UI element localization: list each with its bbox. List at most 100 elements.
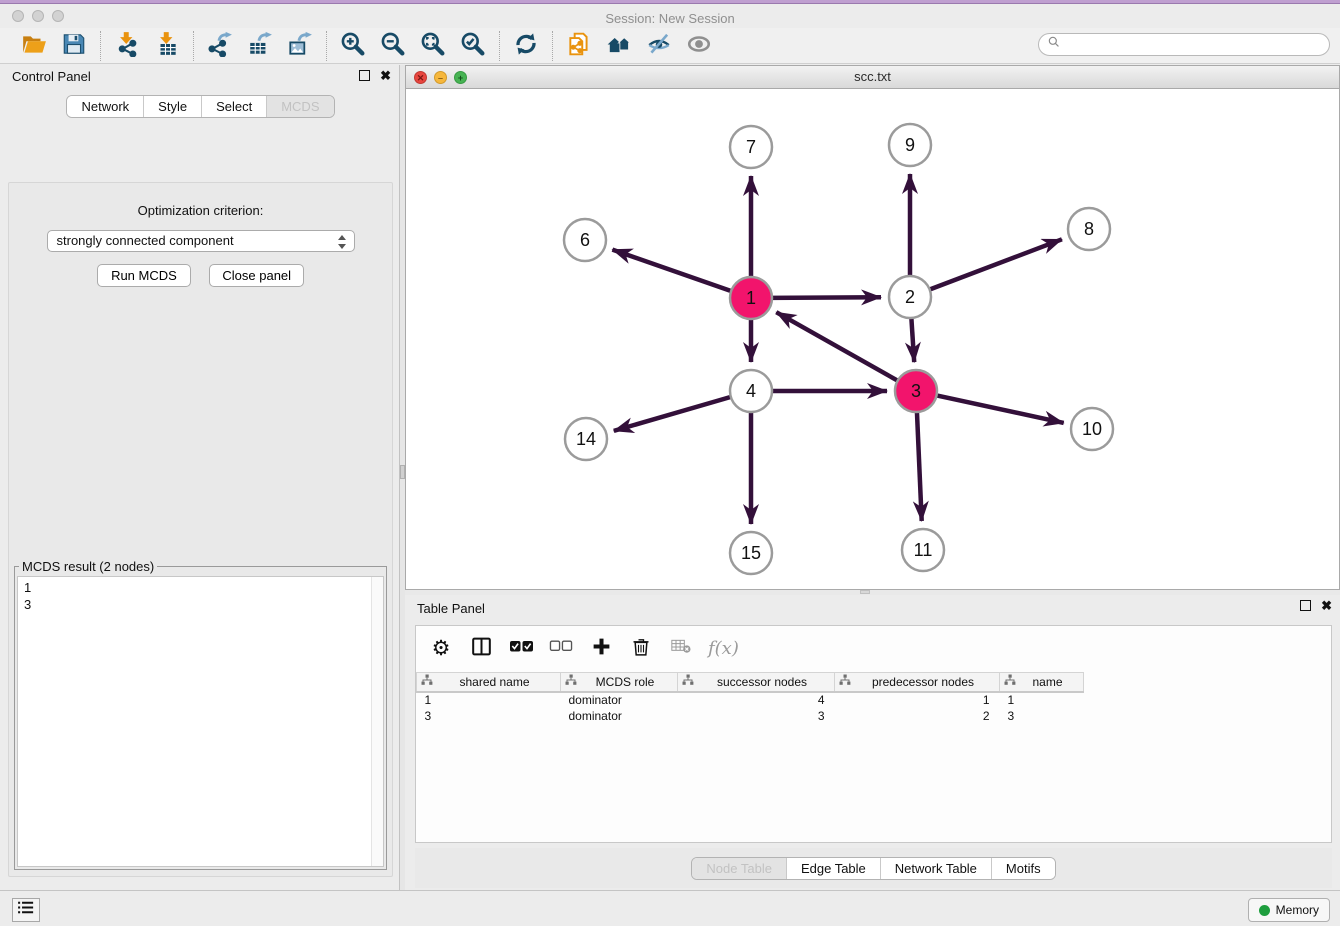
table-tabs: Node TableEdge TableNetwork TableMotifs [691,857,1055,880]
horizontal-splitter-grip[interactable] [860,590,870,594]
export-image-icon [287,31,313,60]
close-panel-button[interactable]: Close panel [209,264,304,287]
column-header-mcds-role[interactable]: MCDS role [561,673,678,692]
tab-edge-table[interactable]: Edge Table [786,858,880,879]
graph-edge-3-10[interactable] [936,395,1064,423]
graph-node-3[interactable]: 3 [895,370,937,412]
tab-node-table[interactable]: Node Table [692,858,786,879]
node-table: shared nameMCDS rolesuccessor nodesprede… [416,672,1084,724]
graph-node-2[interactable]: 2 [889,276,931,318]
minimize-icon[interactable] [434,71,447,84]
zoom-in-button[interactable] [335,31,371,61]
table-cell[interactable]: 4 [678,692,835,708]
graph-node-4[interactable]: 4 [730,370,772,412]
session-title: Session: New Session [0,8,1340,30]
network-window-titlebar[interactable]: scc.txt [406,66,1339,89]
node-label: 10 [1082,419,1102,439]
graph-edge-2-8[interactable] [929,239,1062,290]
graph-edge-3-1[interactable] [776,312,898,381]
column-header-successor-nodes[interactable]: successor nodes [678,673,835,692]
criterion-value: strongly connected component [57,233,234,248]
network-canvas[interactable]: 7 9 6 8 1 2 4 3 14 10 15 11 [406,89,1339,589]
select-all-button[interactable] [508,634,534,662]
zoom-selected-button[interactable] [455,31,491,61]
result-line: 1 [24,579,377,596]
column-header-shared-name[interactable]: shared name [417,673,561,692]
graph-node-14[interactable]: 14 [565,418,607,460]
delete-row-button[interactable] [628,634,654,662]
zoom-out-button[interactable] [375,31,411,61]
close-panel-icon[interactable]: ✖ [380,70,391,81]
graph-edge-2-3[interactable] [911,317,914,362]
table-cell[interactable]: 3 [678,708,835,724]
save-session-button[interactable] [56,31,92,61]
graph-edge-1-6[interactable] [612,250,732,292]
node-label: 2 [905,287,915,307]
graph-node-8[interactable]: 8 [1068,208,1110,250]
memory-button[interactable]: Memory [1248,898,1330,922]
table-cell[interactable]: 1 [835,692,1000,708]
deselect-all-button[interactable] [548,634,574,662]
close-panel-icon[interactable]: ✖ [1321,600,1332,611]
close-icon[interactable] [414,71,427,84]
tab-motifs[interactable]: Motifs [991,858,1055,879]
criterion-select[interactable]: strongly connected component [47,230,355,252]
refresh-layout-button[interactable] [508,31,544,61]
columns-button[interactable] [468,634,494,662]
tab-style[interactable]: Style [143,96,201,117]
table-cell[interactable]: 1 [1000,692,1084,708]
graph-node-9[interactable]: 9 [889,124,931,166]
settings-button[interactable]: ⚙ [428,634,454,662]
table-toolbar: ⚙ f(x) [416,626,1331,670]
float-panel-icon[interactable] [359,70,370,81]
tab-select[interactable]: Select [201,96,266,117]
export-table-button[interactable] [242,31,278,61]
table-panel-header: Table Panel ✖ [405,595,1340,621]
add-row-button[interactable] [588,634,614,662]
first-neighbors-button[interactable] [601,31,637,61]
run-mcds-button[interactable]: Run MCDS [97,264,191,287]
graph-node-11[interactable]: 11 [902,529,944,571]
graph-node-6[interactable]: 6 [564,219,606,261]
tab-mcds[interactable]: MCDS [266,96,333,117]
search-input[interactable] [1066,38,1321,52]
maximize-icon[interactable] [454,71,467,84]
table-cell[interactable]: 2 [835,708,1000,724]
table-cell[interactable]: 3 [417,708,561,724]
search-field[interactable] [1038,33,1330,56]
status-bar: Memory [0,890,1340,926]
import-table-button[interactable] [149,31,185,61]
tab-network-table[interactable]: Network Table [880,858,991,879]
network-graph: 7 9 6 8 1 2 4 3 14 10 15 11 [406,89,1339,589]
graph-node-7[interactable]: 7 [730,126,772,168]
graph-edge-4-14[interactable] [614,397,732,431]
float-panel-icon[interactable] [1300,600,1311,611]
result-scrollbar[interactable] [371,577,383,866]
export-network-button[interactable] [202,31,238,61]
hide-selected-button[interactable] [641,31,677,61]
node-label: 4 [746,381,756,401]
graph-node-15[interactable]: 15 [730,532,772,574]
tab-network[interactable]: Network [67,96,143,117]
graph-edge-1-2[interactable] [771,297,881,298]
table-cell[interactable]: 1 [417,692,561,708]
show-all-button[interactable] [681,31,717,61]
table-cell[interactable]: dominator [561,692,678,708]
column-header-predecessor-nodes[interactable]: predecessor nodes [835,673,1000,692]
graph-node-10[interactable]: 10 [1071,408,1113,450]
table-cell[interactable]: dominator [561,708,678,724]
export-image-button[interactable] [282,31,318,61]
graph-edge-3-11[interactable] [917,411,922,521]
open-file-button[interactable] [16,31,52,61]
import-network-button[interactable] [109,31,145,61]
node-label: 15 [741,543,761,563]
mcds-result-text[interactable]: 13 [17,576,384,867]
column-header-name[interactable]: name [1000,673,1084,692]
duplicate-network-button[interactable] [561,31,597,61]
graph-node-1[interactable]: 1 [730,277,772,319]
table-row: 3dominator323 [417,708,1084,724]
table-cell[interactable]: 3 [1000,708,1084,724]
task-history-button[interactable] [12,898,40,922]
zoom-fit-button[interactable] [415,31,451,61]
function-icon: f(x) [708,638,739,659]
